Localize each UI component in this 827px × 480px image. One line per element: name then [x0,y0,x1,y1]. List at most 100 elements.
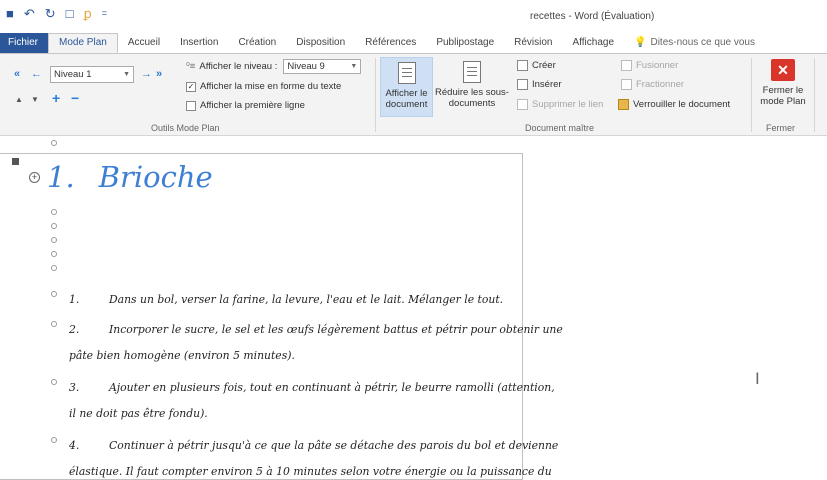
outline-tools-group-label: Outils Mode Plan [151,123,220,133]
empty-paragraph-bullet[interactable] [51,265,57,271]
step-text[interactable]: Incorporer le sucre, le sel et les œufs … [109,323,563,336]
unlink-icon [517,99,528,110]
document-icon [397,62,416,84]
tab-insertion[interactable]: Insertion [170,33,228,53]
heading-text: Brioche [98,160,213,194]
close-group-label: Fermer [766,123,795,133]
empty-paragraph-bullet[interactable] [51,237,57,243]
tab-affichage[interactable]: Affichage [563,33,625,53]
step-text[interactable]: Dans un bol, verser la farine, la levure… [109,293,503,306]
chevron-down-icon: ▼ [123,71,130,78]
tab-mode-plan[interactable]: Mode Plan [48,33,118,53]
close-outline-button[interactable]: ✕ Fermer le mode Plan [756,59,810,119]
step-bullet[interactable] [51,379,57,385]
step-text-continued[interactable]: il ne doit pas être fondu). [69,407,208,420]
lock-document-button[interactable]: Verrouiller le document [618,99,730,110]
new-doc-icon[interactable]: □ [66,7,74,20]
unlink-label: Supprimer le lien [532,99,604,110]
qat-customize-icon[interactable]: = [102,7,107,20]
quick-access-toolbar: ■ ↶ ↻ □ ꝑ = [6,7,107,20]
expand-heading-icon[interactable]: + [29,172,40,183]
ribbon: « ← Niveau 1 ▼ → » ▲ ▼ + − ⁰≡ Afficher l… [0,53,827,136]
show-formatting-label: Afficher la mise en forme du texte [200,81,342,92]
tell-me-text: Dites-nous ce que vous [650,37,755,48]
first-line-checkbox[interactable] [186,100,196,111]
empty-paragraph-bullet[interactable] [51,251,57,257]
empty-paragraph-bullet[interactable] [51,209,57,215]
document-workspace[interactable]: + 1. Brioche 1. Dans un bol, verser la fa… [0,136,827,480]
tab-fichier[interactable]: Fichier [0,33,49,53]
heading-1[interactable]: 1. Brioche [47,160,213,194]
create-button[interactable]: Créer [517,60,556,71]
collapse-icon[interactable]: − [71,91,79,105]
move-down-icon[interactable]: ▼ [31,94,39,106]
format-painter-icon[interactable]: ꝑ [84,7,92,20]
merge-button[interactable]: Fusionner [621,60,678,71]
step-bullet[interactable] [51,437,57,443]
first-line-option[interactable]: Afficher la première ligne [186,100,305,111]
tell-me-box[interactable]: 💡 Dites-nous ce que vous [624,33,765,53]
insert-button[interactable]: Insérer [517,79,562,90]
unlink-button[interactable]: Supprimer le lien [517,99,603,110]
outline-level-value: Niveau 1 [54,69,92,80]
demote-to-body-icon[interactable]: » [156,68,162,80]
collapse-doc-icon [463,61,481,83]
show-formatting-option[interactable]: ✓ Afficher la mise en forme du texte [186,81,341,92]
heading-number: 1. [47,160,75,194]
create-icon [517,60,528,71]
step-text[interactable]: Ajouter en plusieurs fois, tout en conti… [109,381,555,394]
promote-to-heading-icon[interactable]: « [14,68,20,80]
step-number: 1. [69,293,80,306]
show-level-icon: ⁰≡ [186,61,196,72]
show-level-value: Niveau 9 [287,61,325,72]
group-separator [814,58,815,132]
document-page[interactable]: + 1. Brioche 1. Dans un bol, verser la fa… [0,153,563,480]
lock-document-label: Verrouiller le document [633,99,731,110]
tab-references[interactable]: Références [355,33,426,53]
step-number: 3. [69,381,80,394]
undo-icon[interactable]: ↶ [24,7,35,20]
chevron-down-icon: ▼ [350,63,358,70]
show-level-label: Afficher le niveau : [199,61,278,72]
step-bullet[interactable] [51,321,57,327]
redo-icon[interactable]: ↻ [45,7,56,20]
tab-revision[interactable]: Révision [504,33,562,53]
show-document-button[interactable]: Afficher le document [380,57,433,117]
lightbulb-icon: 💡 [634,37,647,48]
lock-icon [618,99,629,110]
collapse-subdocuments-label: Réduire les sous-documents [435,87,509,109]
promote-icon[interactable]: ← [31,68,42,80]
tab-accueil[interactable]: Accueil [118,33,170,53]
step-bullet[interactable] [51,291,57,297]
tab-creation[interactable]: Création [228,33,286,53]
demote-icon[interactable]: → [141,68,152,80]
step-text-continued[interactable]: élastique. Il faut compter environ 5 à 1… [69,465,552,478]
split-button[interactable]: Fractionner [621,79,684,90]
split-label: Fractionner [636,79,685,90]
step-text-continued[interactable]: pâte bien homogène (environ 5 minutes). [69,349,295,362]
outline-level-select[interactable]: Niveau 1 ▼ [50,66,134,83]
show-level-select[interactable]: Niveau 9 ▼ [283,59,362,74]
insert-icon [517,79,528,90]
tab-disposition[interactable]: Disposition [286,33,355,53]
expand-icon[interactable]: + [52,91,60,105]
close-outline-label: Fermer le mode Plan [760,85,806,107]
merge-label: Fusionner [636,60,679,71]
show-formatting-checkbox[interactable]: ✓ [186,81,196,92]
subdocument-icon[interactable] [12,158,19,165]
insert-label: Insérer [532,79,562,90]
empty-paragraph-bullet[interactable] [51,140,57,146]
step-text[interactable]: Continuer à pétrir jusqu'à ce que la pât… [109,439,558,452]
save-icon[interactable]: ■ [6,7,14,20]
move-up-icon[interactable]: ▲ [15,94,23,106]
collapse-subdocuments-button[interactable]: Réduire les sous-documents [434,57,510,117]
first-line-label: Afficher la première ligne [200,100,305,111]
show-document-label: Afficher le document [385,88,428,110]
ribbon-tabs: Fichier Mode Plan Accueil Insertion Créa… [0,33,827,53]
split-icon [621,79,632,90]
tab-publipostage[interactable]: Publipostage [426,33,504,53]
show-level-row: ⁰≡ Afficher le niveau : Niveau 9 ▼ [186,59,362,74]
empty-paragraph-bullet[interactable] [51,223,57,229]
group-separator [375,58,376,132]
text-cursor-icon: I [755,369,760,388]
